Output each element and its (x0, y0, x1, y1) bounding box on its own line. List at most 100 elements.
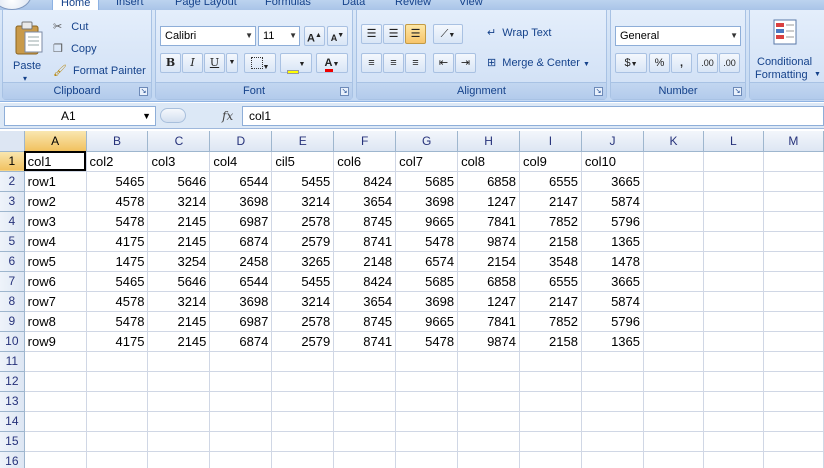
cell-a14[interactable] (24, 411, 87, 432)
clipboard-launcher-icon[interactable]: ↘ (139, 87, 148, 96)
increase-decimal-button[interactable]: .00 (697, 53, 718, 73)
underline-button[interactable]: U (204, 53, 225, 73)
cell-a10[interactable]: row9 (24, 331, 87, 352)
number-format-select[interactable]: General ▼ (615, 26, 741, 46)
cell-f7[interactable]: 8424 (333, 271, 397, 292)
cell-l16[interactable] (703, 451, 764, 468)
cell-j2[interactable]: 3665 (581, 171, 645, 192)
cell-a5[interactable]: row4 (24, 231, 87, 252)
cell-m9[interactable] (763, 311, 824, 332)
cell-i6[interactable]: 3548 (519, 251, 582, 272)
tab-page-layout[interactable]: Page Layout (175, 0, 237, 10)
font-name-select[interactable]: Calibri ▼ (160, 26, 256, 46)
cell-b4[interactable]: 5478 (86, 211, 149, 232)
cell-b7[interactable]: 5465 (86, 271, 149, 292)
wrap-text-button[interactable]: ↵ Wrap Text (487, 26, 551, 39)
cell-c6[interactable]: 3254 (147, 251, 211, 272)
row-header-13[interactable]: 13 (0, 391, 25, 412)
tab-view[interactable]: View (459, 0, 483, 10)
increase-indent-button[interactable]: ⇥ (455, 53, 476, 73)
cell-k1[interactable] (643, 151, 704, 172)
cell-i10[interactable]: 2158 (519, 331, 582, 352)
cell-j5[interactable]: 1365 (581, 231, 645, 252)
cell-h13[interactable] (457, 391, 520, 412)
cell-j14[interactable] (581, 411, 645, 432)
cell-g8[interactable]: 3698 (395, 291, 459, 312)
cell-j11[interactable] (581, 351, 645, 372)
cell-f12[interactable] (333, 371, 397, 392)
cell-g15[interactable] (395, 431, 459, 452)
merge-center-button[interactable]: ⊞ Merge & Center ▼ (487, 56, 590, 69)
cell-b9[interactable]: 5478 (86, 311, 149, 332)
cell-f8[interactable]: 3654 (333, 291, 397, 312)
alignment-launcher-icon[interactable]: ↘ (594, 87, 603, 96)
cell-m16[interactable] (763, 451, 824, 468)
cell-j10[interactable]: 1365 (581, 331, 645, 352)
cell-h7[interactable]: 6858 (457, 271, 520, 292)
cell-k3[interactable] (643, 191, 704, 212)
column-header-l[interactable]: L (703, 131, 764, 152)
cell-g1[interactable]: col7 (395, 151, 459, 172)
row-header-16[interactable]: 16 (0, 451, 25, 468)
cell-a6[interactable]: row5 (24, 251, 87, 272)
align-right-button[interactable]: ≡ (405, 53, 426, 73)
percent-style-button[interactable]: % (649, 53, 670, 73)
row-header-10[interactable]: 10 (0, 331, 25, 352)
cell-d6[interactable]: 2458 (209, 251, 273, 272)
font-size-select[interactable]: 11 ▼ (258, 26, 300, 46)
cell-g14[interactable] (395, 411, 459, 432)
cell-c14[interactable] (147, 411, 211, 432)
cell-l4[interactable] (703, 211, 764, 232)
cell-i9[interactable]: 7852 (519, 311, 582, 332)
cell-g4[interactable]: 9665 (395, 211, 459, 232)
cell-e2[interactable]: 5455 (271, 171, 335, 192)
cell-h1[interactable]: col8 (457, 151, 520, 172)
cell-h8[interactable]: 1247 (457, 291, 520, 312)
cell-c4[interactable]: 2145 (147, 211, 211, 232)
row-header-2[interactable]: 2 (0, 171, 25, 192)
column-header-j[interactable]: J (581, 131, 645, 152)
cell-i4[interactable]: 7852 (519, 211, 582, 232)
italic-button[interactable]: I (182, 53, 203, 73)
cell-k4[interactable] (643, 211, 704, 232)
cell-e14[interactable] (271, 411, 335, 432)
cell-j3[interactable]: 5874 (581, 191, 645, 212)
cell-m5[interactable] (763, 231, 824, 252)
cell-b11[interactable] (86, 351, 149, 372)
underline-dropdown[interactable]: ▼ (226, 53, 238, 73)
cell-e9[interactable]: 2578 (271, 311, 335, 332)
cell-m2[interactable] (763, 171, 824, 192)
cell-m12[interactable] (763, 371, 824, 392)
cell-f16[interactable] (333, 451, 397, 468)
decrease-indent-button[interactable]: ⇤ (433, 53, 454, 73)
cell-l14[interactable] (703, 411, 764, 432)
cell-d15[interactable] (209, 431, 273, 452)
cell-e8[interactable]: 3214 (271, 291, 335, 312)
cell-m10[interactable] (763, 331, 824, 352)
column-header-g[interactable]: G (395, 131, 459, 152)
align-top-button[interactable]: ☰ (361, 24, 382, 44)
cell-f14[interactable] (333, 411, 397, 432)
column-header-f[interactable]: F (333, 131, 397, 152)
cell-e5[interactable]: 2579 (271, 231, 335, 252)
column-header-i[interactable]: I (519, 131, 582, 152)
office-button[interactable] (0, 0, 32, 10)
cell-f10[interactable]: 8741 (333, 331, 397, 352)
cell-a8[interactable]: row7 (24, 291, 87, 312)
cell-h16[interactable] (457, 451, 520, 468)
cell-a4[interactable]: row3 (24, 211, 87, 232)
cell-a2[interactable]: row1 (24, 171, 87, 192)
comma-style-button[interactable]: , (671, 53, 692, 73)
cell-f1[interactable]: col6 (333, 151, 397, 172)
cell-m3[interactable] (763, 191, 824, 212)
cell-k16[interactable] (643, 451, 704, 468)
align-bottom-button[interactable]: ☰ (405, 24, 426, 44)
cell-d16[interactable] (209, 451, 273, 468)
borders-button[interactable]: ▼ (244, 53, 276, 73)
format-painter-button[interactable]: 🖌 Format Painter (53, 64, 146, 77)
cell-i16[interactable] (519, 451, 582, 468)
cell-d9[interactable]: 6987 (209, 311, 273, 332)
align-left-button[interactable]: ≡ (361, 53, 382, 73)
cell-e13[interactable] (271, 391, 335, 412)
cell-k13[interactable] (643, 391, 704, 412)
